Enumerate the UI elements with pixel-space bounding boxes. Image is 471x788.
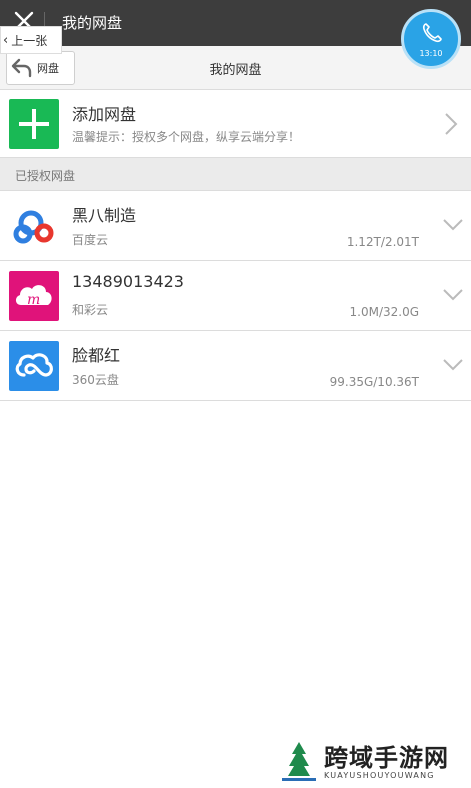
call-floating-button[interactable]: 13:10 [401,9,461,69]
chevron-right-icon [445,113,458,135]
chevron-left-icon: ‹ [3,32,9,48]
nav-bar: 网盘 我的网盘 [0,46,471,90]
chevron-down-icon[interactable] [442,358,464,372]
disk-name: 13489013423 [72,272,184,291]
add-disk-hint: 温馨提示：授权多个网盘，纵享云端分享！ [72,130,301,144]
disk-row-360[interactable]: 脸都红 360云盘 99.35G/10.36T [0,331,471,401]
disk-usage: 1.0M/32.0G [349,305,420,319]
disk-row-hecaiyun[interactable]: m 13489013423 和彩云 1.0M/32.0G [0,261,471,331]
disk-name: 黑八制造 [72,206,137,225]
previous-page-label: 上一张 [11,33,48,48]
section-header-label: 已授权网盘 [15,169,76,183]
disk-usage: 99.35G/10.36T [329,375,419,389]
call-time: 13:10 [419,49,443,58]
disk-provider: 百度云 [72,233,109,247]
watermark-subtext: KUAYUSHOUYOUWANG [324,771,435,780]
section-header: 已授权网盘 [0,158,471,191]
baidu-cloud-icon [9,201,59,251]
watermark: 跨域手游网 KUAYUSHOUYOUWANG [278,738,463,784]
add-plus-icon [9,99,59,149]
add-disk-title: 添加网盘 [72,105,137,124]
disk-provider: 360云盘 [72,373,119,387]
watermark-text: 跨域手游网 [324,744,449,772]
window-title: 我的网盘 [62,14,123,32]
previous-page-button[interactable]: ‹ 上一张 [0,26,62,54]
disk-name: 脸都红 [72,346,121,365]
disk-provider: 和彩云 [72,303,109,317]
chevron-down-icon[interactable] [442,218,464,232]
chevron-down-icon[interactable] [442,288,464,302]
watermark-logo-icon [282,742,316,781]
disk-usage: 1.12T/2.01T [346,235,419,249]
hecaiyun-icon: m [9,271,59,321]
svg-text:m: m [27,292,40,308]
phone-icon [422,23,442,43]
360-cloud-icon [9,341,59,391]
add-disk-row[interactable]: 添加网盘 温馨提示：授权多个网盘，纵享云端分享！ [0,90,471,158]
disk-row-baidu[interactable]: 黑八制造 百度云 1.12T/2.01T [0,191,471,261]
page-title: 我的网盘 [209,63,262,78]
